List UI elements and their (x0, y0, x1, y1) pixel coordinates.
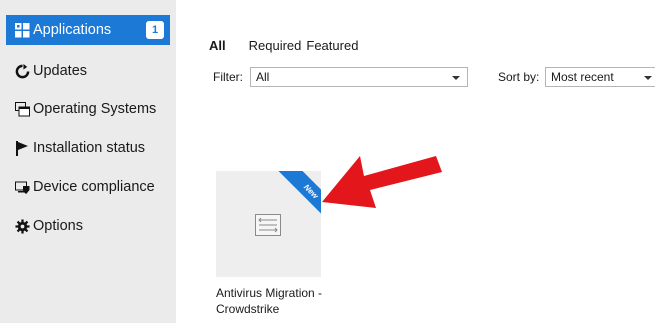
sidebar-item-label: Updates (33, 63, 88, 79)
sidebar-item-label: Device compliance (33, 179, 155, 195)
gear-icon (14, 218, 30, 234)
sidebar-item-label: Operating Systems (33, 101, 157, 117)
flag-icon (14, 140, 30, 156)
apps-grid-icon (14, 22, 30, 38)
tab-featured[interactable]: Featured (306, 38, 358, 53)
tab-required[interactable]: Required (249, 38, 302, 53)
chevron-down-icon (644, 76, 652, 80)
app-tile[interactable]: New (216, 171, 321, 277)
sidebar-item-label: Applications (33, 22, 112, 38)
filter-tabs: All Required Featured (209, 38, 375, 53)
tab-all[interactable]: All (209, 38, 226, 53)
sort-value: Most recent (551, 70, 614, 84)
sidebar-item-options[interactable]: Options (6, 211, 170, 241)
sidebar-item-applications[interactable]: Applications 1 (6, 15, 170, 45)
sidebar: Applications 1 Updates Operating Systems… (0, 0, 176, 323)
refresh-icon (14, 63, 30, 79)
red-arrow-annotation (322, 156, 442, 208)
sidebar-item-installation-status[interactable]: Installation status (6, 133, 170, 163)
filter-label: Filter: (213, 70, 243, 84)
sort-select[interactable]: Most recent (545, 67, 655, 87)
sidebar-item-device-compliance[interactable]: Device compliance (6, 172, 170, 202)
app-tile-title[interactable]: Antivirus Migration - Crowdstrike (216, 285, 346, 317)
filter-value: All (256, 70, 270, 84)
sidebar-item-label: Installation status (33, 140, 146, 156)
count-badge: 1 (146, 21, 164, 39)
sidebar-item-label: Options (33, 218, 83, 234)
chevron-down-icon (452, 76, 460, 80)
windows-stack-icon (14, 101, 30, 117)
sort-label: Sort by: (498, 70, 540, 84)
filter-select[interactable]: All (250, 67, 468, 87)
sidebar-item-operating-systems[interactable]: Operating Systems (6, 94, 170, 124)
application-package-icon (255, 214, 281, 241)
device-shield-icon (14, 179, 30, 195)
sidebar-item-updates[interactable]: Updates (6, 56, 170, 86)
